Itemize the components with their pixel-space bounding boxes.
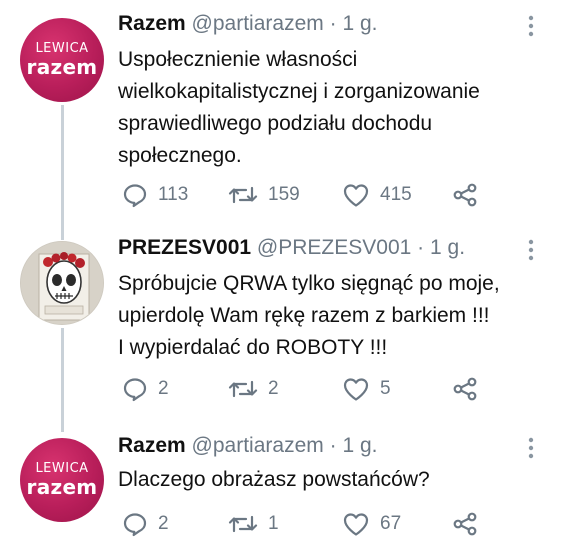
tweet[interactable]: PREZESV001 @PREZESV001 · 1 g. Spróbujcie…	[0, 225, 562, 425]
tweet-text-line: I wypierdalać do ROBOTY !!!	[118, 336, 388, 359]
skull-portrait-image	[21, 242, 103, 324]
like-icon	[342, 376, 370, 402]
like-count: 5	[380, 378, 391, 399]
tweet[interactable]: LEWICA razem Razem @partiarazem · 1 g. U…	[0, 0, 562, 225]
retweet-icon	[228, 376, 258, 402]
avatar[interactable]: LEWICA razem	[20, 438, 104, 522]
share-icon	[452, 511, 478, 537]
like-icon	[342, 511, 370, 537]
like-button[interactable]: 415	[342, 180, 412, 210]
tweet-actions: 2 2 5	[118, 374, 558, 404]
display-name[interactable]: Razem	[118, 12, 186, 35]
reply-button[interactable]: 2	[122, 509, 169, 539]
share-icon	[452, 182, 478, 208]
reply-count: 2	[158, 513, 169, 534]
tweet-text-line: wielkokapitalistycznej i zorganizowanie	[118, 80, 480, 103]
user-handle[interactable]: @PREZESV001	[257, 236, 411, 259]
retweet-button[interactable]: 2	[228, 374, 279, 404]
more-icon[interactable]	[520, 435, 542, 461]
more-icon[interactable]	[520, 237, 542, 263]
avatar[interactable]: LEWICA razem	[20, 18, 104, 102]
tweet-header: Razem @partiarazem · 1 g.	[118, 431, 377, 461]
separator-dot: ·	[417, 236, 425, 259]
share-button[interactable]	[452, 509, 478, 539]
avatar-logo-text-top: LEWICA	[35, 41, 89, 56]
retweet-count: 2	[268, 378, 279, 399]
retweet-button[interactable]: 159	[228, 180, 300, 210]
tweet-text-line: sprawiedliwego podziału dochodu	[118, 112, 433, 135]
avatar-logo-text-bottom: razem	[26, 475, 98, 499]
tweet-actions: 113 159 415	[118, 180, 558, 210]
user-handle[interactable]: @partiarazem	[192, 12, 324, 35]
retweet-count: 159	[268, 184, 300, 205]
separator-dot: ·	[329, 434, 337, 457]
tweet-text-line: społecznego.	[118, 144, 242, 167]
retweet-icon	[228, 511, 258, 537]
tweet-header: PREZESV001 @PREZESV001 · 1 g.	[118, 233, 465, 263]
tweet-text-line: Uspołecznienie własności	[118, 48, 358, 71]
share-icon	[452, 376, 478, 402]
tweet[interactable]: LEWICA razem Razem @partiarazem · 1 g. D…	[0, 425, 562, 550]
like-button[interactable]: 5	[342, 374, 391, 404]
share-button[interactable]	[452, 374, 478, 404]
avatar-logo-text-bottom: razem	[26, 55, 98, 79]
tweet-text-line: upierdolę Wam rękę razem z barkiem !!!	[118, 304, 490, 327]
retweet-icon	[228, 182, 258, 208]
reply-count: 2	[158, 378, 169, 399]
retweet-button[interactable]: 1	[228, 509, 279, 539]
timestamp[interactable]: 1 g.	[342, 12, 377, 35]
tweet-actions: 2 1 67	[118, 509, 558, 539]
like-count: 67	[380, 513, 402, 534]
tweet-header: Razem @partiarazem · 1 g.	[118, 9, 377, 39]
reply-button[interactable]: 2	[122, 374, 169, 404]
more-icon[interactable]	[520, 13, 542, 39]
timestamp[interactable]: 1 g.	[342, 434, 377, 457]
avatar[interactable]	[20, 241, 104, 325]
reply-icon	[122, 376, 148, 402]
reply-count: 113	[158, 184, 189, 205]
like-button[interactable]: 67	[342, 509, 401, 539]
tweet-text-line: Dlaczego obrażasz powstańców?	[118, 468, 430, 491]
share-button[interactable]	[452, 180, 478, 210]
tweet-text: Spróbujcie QRWA tylko sięgnąć po moje, u…	[118, 268, 548, 364]
like-icon	[342, 182, 370, 208]
display-name[interactable]: Razem	[118, 434, 186, 457]
reply-icon	[122, 182, 148, 208]
timestamp[interactable]: 1 g.	[430, 236, 465, 259]
tweet-text-line: Spróbujcie QRWA tylko sięgnąć po moje,	[118, 272, 500, 295]
display-name[interactable]: PREZESV001	[118, 236, 251, 259]
user-handle[interactable]: @partiarazem	[192, 434, 324, 457]
tweet-text: Uspołecznienie własności wielkokapitalis…	[118, 44, 548, 172]
reply-button[interactable]: 113	[122, 180, 188, 210]
separator-dot: ·	[329, 12, 337, 35]
retweet-count: 1	[268, 513, 279, 534]
like-count: 415	[380, 184, 412, 205]
reply-icon	[122, 511, 148, 537]
tweet-text: Dlaczego obrażasz powstańców?	[118, 464, 548, 496]
avatar-logo-text-top: LEWICA	[35, 461, 89, 476]
tweet-thread: LEWICA razem Razem @partiarazem · 1 g. U…	[0, 0, 562, 550]
